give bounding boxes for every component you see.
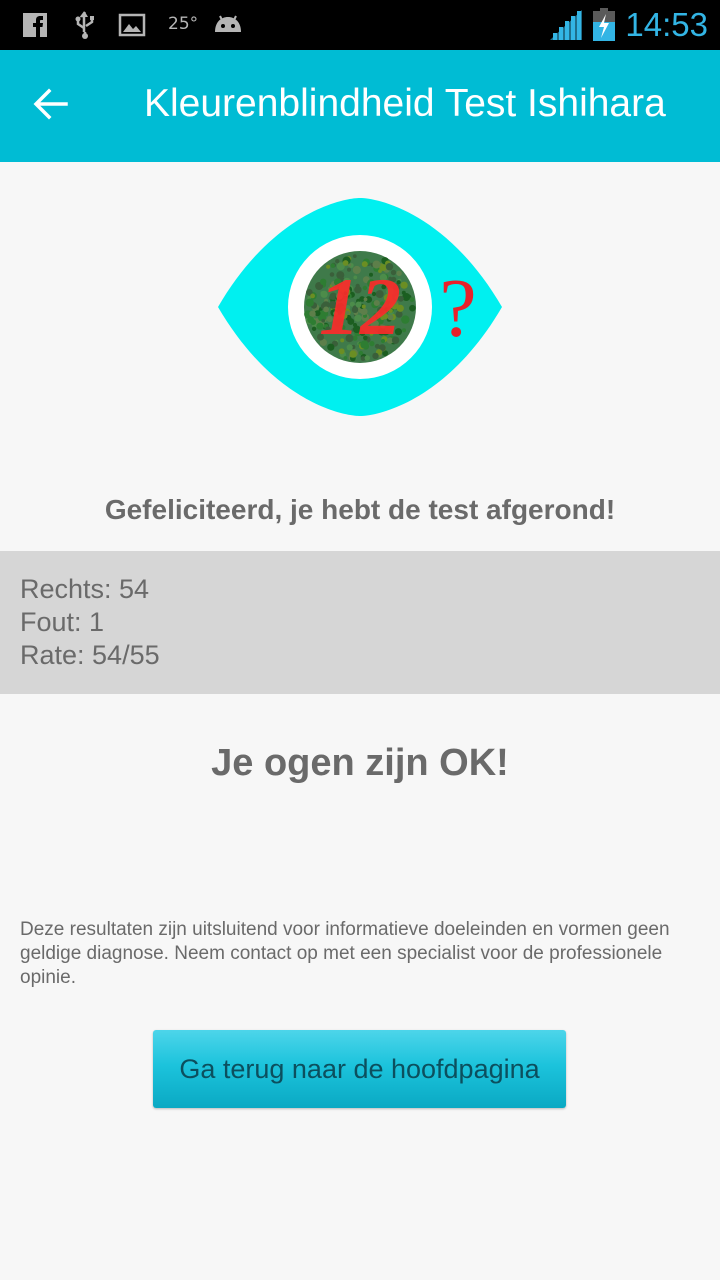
plate-number: 12 bbox=[319, 261, 401, 352]
result-wrong: Fout: 1 bbox=[20, 607, 105, 637]
verdict-message: Je ogen zijn OK! bbox=[211, 742, 509, 784]
result-right: Rechts: 54 bbox=[20, 574, 150, 604]
app-bar: Kleurenblindheid Test Ishihara bbox=[0, 50, 720, 162]
battery-charging-icon bbox=[592, 8, 616, 42]
status-bar: 25° 14:53 bbox=[0, 0, 720, 50]
plate-dot bbox=[409, 297, 415, 302]
arrow-left-icon bbox=[32, 88, 68, 125]
eye-logo: 12 ? bbox=[214, 196, 506, 418]
result-rate: Rate: 54/55 bbox=[20, 640, 160, 670]
plate-dot bbox=[400, 281, 408, 289]
plate-dot bbox=[402, 328, 406, 333]
plate-dot bbox=[401, 315, 410, 324]
signal-icon bbox=[548, 10, 584, 40]
image-icon bbox=[118, 10, 146, 40]
back-button[interactable] bbox=[20, 76, 80, 136]
facebook-icon bbox=[22, 10, 48, 40]
congrats-message: Gefeliciteerd, je hebt de test afgerond! bbox=[104, 494, 616, 525]
home-button[interactable]: Ga terug naar de hoofdpagina bbox=[153, 1030, 566, 1108]
question-mark-icon: ? bbox=[439, 262, 476, 355]
plate-dot bbox=[409, 304, 416, 312]
temperature-label: 25° bbox=[168, 14, 199, 34]
plate-dot bbox=[307, 316, 314, 324]
plate-dot bbox=[364, 355, 370, 361]
results-panel: Rechts: 54 Fout: 1 Rate: 54/55 bbox=[0, 551, 720, 694]
plate-dot bbox=[309, 310, 316, 317]
clock: 14:53 bbox=[625, 6, 708, 43]
plate-dot bbox=[311, 326, 317, 331]
plate-dot bbox=[310, 293, 315, 299]
disclaimer-text: Deze resultaten zijn uitsluitend voor in… bbox=[20, 919, 670, 988]
android-icon bbox=[212, 10, 244, 40]
plate-dot bbox=[305, 298, 314, 307]
plate-dot bbox=[352, 254, 357, 258]
usb-icon bbox=[72, 10, 98, 40]
plate-dot bbox=[401, 290, 406, 295]
plate-dot bbox=[372, 352, 379, 360]
app-title: Kleurenblindheid Test Ishihara bbox=[144, 82, 666, 125]
plate-dot bbox=[343, 356, 348, 360]
